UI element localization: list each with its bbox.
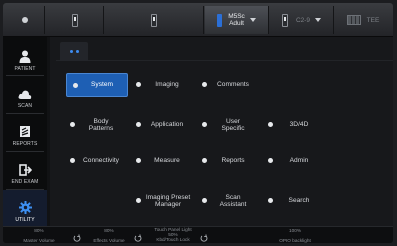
- end-exam-icon: [18, 164, 32, 176]
- active-probe-icon: [217, 13, 223, 27]
- radio-dot-icon: [70, 158, 75, 163]
- probe-slot-5-selector[interactable]: C2-9: [270, 6, 334, 34]
- reports-icon: [20, 126, 30, 137]
- probe-icon: [71, 13, 78, 27]
- sidebar-item-label: UTILITY: [15, 217, 35, 223]
- imaging-preset-manager-button[interactable]: Imaging Preset Manager: [130, 189, 196, 213]
- system-button[interactable]: System: [66, 73, 128, 97]
- scan-icon: [18, 90, 32, 99]
- button-label: Admin: [289, 157, 309, 165]
- radio-dot-icon: [202, 158, 207, 163]
- application-button[interactable]: Application: [130, 113, 194, 137]
- button-label: Imaging Preset Manager: [145, 193, 191, 209]
- probe-icon: [151, 13, 157, 27]
- ultrasound-console-frame: M5Sc Adult C2-9 TEE PATIENT SCAN REPORTS…: [3, 3, 393, 243]
- sidebar-item-reports[interactable]: REPORTS: [3, 114, 47, 150]
- probe-slot-6-selector[interactable]: TEE: [335, 6, 391, 34]
- active-probe-label: M5Sc Adult: [228, 13, 245, 27]
- button-label: Imaging: [155, 81, 179, 89]
- button-label: Comments: [217, 81, 249, 89]
- sidebar-item-end-exam[interactable]: END EXAM: [3, 152, 47, 188]
- probe-indicator-icon: [21, 17, 28, 23]
- radio-dot-icon: [136, 198, 141, 203]
- radio-dot-icon: [268, 198, 273, 203]
- connectivity-button[interactable]: Connectivity: [64, 149, 128, 173]
- touch-panel-light-control[interactable]: Touch Panel Light 50% Kbd/Touch Lock: [141, 227, 205, 243]
- radio-dot-icon: [136, 158, 141, 163]
- radio-dot-icon: [202, 122, 207, 127]
- button-label: Application: [150, 121, 184, 129]
- probe-icon: [281, 13, 288, 27]
- probe-array-icon: [346, 15, 361, 25]
- sidebar-item-label: SCAN: [17, 103, 33, 109]
- probe-name: M5Sc: [228, 13, 245, 20]
- effects-volume-control[interactable]: 80% Effects Volume: [79, 227, 139, 243]
- effects-volume-label: Effects Volume: [93, 238, 125, 243]
- radio-dot-icon: [136, 82, 141, 87]
- button-label: Scan Assistant: [219, 193, 247, 209]
- user-specific-button[interactable]: User Specific: [196, 113, 260, 137]
- bottom-controls-bar: 80% Master Volume 80% Effects Volume Tou…: [3, 226, 393, 243]
- imaging-button[interactable]: Imaging: [130, 73, 194, 97]
- probe3-label: TEE: [366, 16, 380, 24]
- button-label: Body Patterns: [88, 117, 114, 133]
- touch-panel-values: Touch Panel Light 50% Kbd/Touch Lock: [141, 227, 205, 243]
- button-label: Connectivity: [83, 157, 119, 165]
- radio-dot-icon: [73, 83, 78, 88]
- gear-icon: [18, 201, 32, 214]
- master-volume-value: 80%: [34, 228, 44, 233]
- opio-backlight-label: OPIO backlight: [279, 238, 311, 243]
- sidebar-item-label: END EXAM: [11, 179, 39, 185]
- page-indicator-tab[interactable]: [60, 42, 88, 61]
- sidebar-item-label: REPORTS: [12, 141, 38, 147]
- button-label: Measure: [154, 157, 180, 165]
- top-probe-bar: M5Sc Adult C2-9 TEE: [3, 3, 393, 37]
- page-tab-strip: [56, 41, 393, 61]
- master-volume-label: Master Volume: [23, 238, 55, 243]
- probe-slot-3-button[interactable]: [105, 6, 204, 34]
- kbd-touch-lock-label: Kbd/Touch Lock: [156, 237, 190, 243]
- body-patterns-button[interactable]: Body Patterns: [64, 113, 128, 137]
- sidebar-item-utility[interactable]: UTILITY: [3, 190, 47, 226]
- effects-volume-value: 80%: [104, 228, 114, 233]
- button-label: 3D/4D: [289, 121, 309, 129]
- radio-dot-icon: [268, 122, 273, 127]
- master-volume-control[interactable]: 80% Master Volume: [9, 227, 69, 243]
- preset-name: Adult: [229, 20, 244, 27]
- button-label: System: [91, 81, 113, 89]
- button-label: User Specific: [221, 117, 245, 133]
- admin-button[interactable]: Admin: [262, 149, 326, 173]
- scan-assistant-button[interactable]: Scan Assistant: [196, 189, 260, 213]
- patient-icon: [19, 50, 31, 63]
- reports-button[interactable]: Reports: [196, 149, 260, 173]
- rotary-knob-icon: [200, 229, 208, 242]
- opio-backlight-control[interactable]: 100% OPIO backlight: [265, 227, 325, 243]
- measure-button[interactable]: Measure: [130, 149, 194, 173]
- 3d-4d-button[interactable]: 3D/4D: [262, 113, 326, 137]
- button-label: Search: [288, 197, 310, 205]
- page-dot-icon: [69, 50, 73, 53]
- page-dot-icon: [75, 50, 79, 53]
- radio-dot-icon: [70, 122, 75, 127]
- radio-dot-icon: [202, 198, 207, 203]
- radio-dot-icon: [268, 158, 273, 163]
- probe-slot-1-button[interactable]: [5, 6, 45, 34]
- radio-dot-icon: [202, 82, 207, 87]
- comments-button[interactable]: Comments: [196, 73, 260, 97]
- chevron-down-icon: [249, 18, 256, 22]
- utility-main-panel: System Imaging Comments Body Patterns Ap…: [50, 37, 393, 226]
- probe-slot-2-button[interactable]: [46, 6, 104, 34]
- button-label: Reports: [221, 157, 245, 165]
- chevron-down-icon: [315, 18, 322, 22]
- active-probe-selector[interactable]: M5Sc Adult: [205, 6, 269, 34]
- opio-backlight-value: 100%: [289, 228, 301, 233]
- sidebar-item-scan[interactable]: SCAN: [3, 76, 47, 112]
- search-button[interactable]: Search: [262, 189, 326, 213]
- sidebar-item-label: PATIENT: [14, 66, 36, 72]
- sidebar: PATIENT SCAN REPORTS END EXAM UTILITY: [3, 37, 47, 226]
- radio-dot-icon: [136, 122, 141, 127]
- sidebar-item-patient[interactable]: PATIENT: [3, 39, 47, 75]
- probe2-label: C2-9: [295, 16, 311, 24]
